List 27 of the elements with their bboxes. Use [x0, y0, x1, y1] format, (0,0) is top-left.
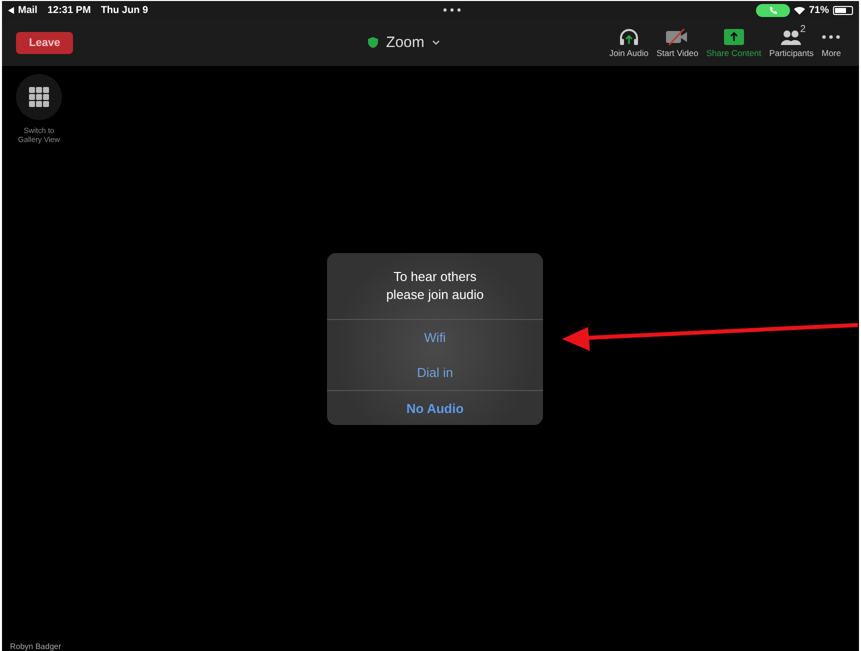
headphones-icon	[618, 28, 640, 46]
toolbar-button[interactable]: Start Video	[652, 28, 702, 58]
back-icon[interactable]	[8, 6, 14, 14]
share-screen-icon	[724, 28, 744, 46]
dialog-option[interactable]: Dial in	[327, 355, 543, 390]
status-time: 12:31 PM	[47, 4, 91, 16]
grid-icon	[29, 87, 49, 107]
dialog-title: To hear others please join audio	[327, 253, 543, 320]
toolbar-button[interactable]: Share Content	[702, 28, 766, 58]
more-icon	[822, 34, 840, 38]
battery-percent: 71%	[808, 4, 829, 16]
leave-button[interactable]: Leave	[16, 32, 74, 54]
toolbar-button[interactable]: More	[818, 28, 845, 58]
dialog-option[interactable]: Wifi	[327, 320, 543, 356]
shield-icon	[368, 37, 378, 48]
meeting-title[interactable]: Zoom	[386, 34, 424, 51]
participants-icon	[780, 28, 802, 46]
multitasking-dots-icon[interactable]	[443, 8, 462, 12]
toolbar-button[interactable]: Join Audio	[605, 28, 652, 58]
video-off-icon	[665, 28, 690, 46]
back-to-app[interactable]: Mail	[18, 4, 38, 16]
participant-name: Robyn Badger	[10, 642, 62, 651]
chevron-down-icon[interactable]	[432, 40, 440, 45]
battery-icon	[833, 6, 853, 14]
wifi-icon	[794, 6, 805, 14]
status-date: Thu Jun 9	[100, 4, 148, 16]
call-indicator[interactable]	[756, 4, 790, 16]
